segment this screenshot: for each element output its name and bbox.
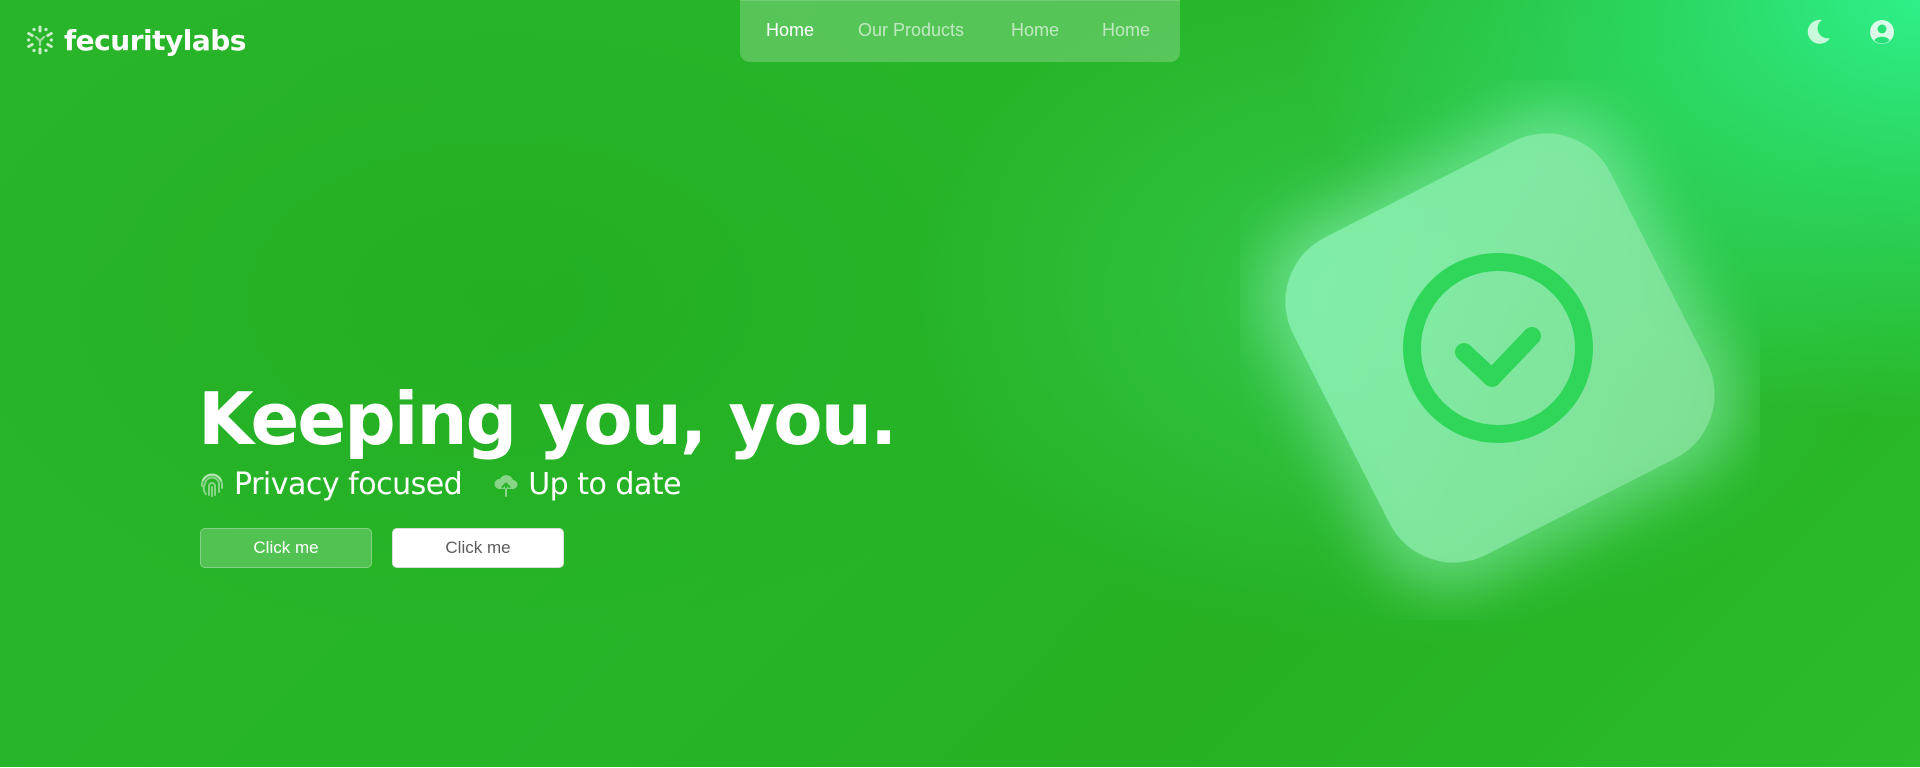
feature-privacy-label: Privacy focused [234, 466, 463, 502]
hero-section: fecuritylabs Home Our Products Home Home… [0, 0, 1920, 767]
feature-up-to-date: Up to date [492, 466, 682, 502]
cloud-upload-icon [494, 475, 518, 497]
brand-name: fecuritylabs [64, 23, 246, 57]
feature-privacy: Privacy focused [198, 466, 463, 502]
nav-item-home[interactable]: Home [766, 20, 814, 41]
nav-item-home-3[interactable]: Home [1102, 20, 1150, 41]
hero-headline: Keeping you, you. [198, 377, 897, 461]
nav-item-home-2[interactable]: Home [1011, 20, 1059, 41]
main-nav: Home Our Products Home Home [740, 0, 1180, 62]
feature-up-to-date-label: Up to date [528, 466, 682, 502]
secondary-button[interactable]: Click me [392, 528, 564, 568]
user-circle-icon[interactable] [1866, 16, 1898, 48]
feature-list: Privacy focused Up to date [198, 466, 711, 502]
brand-logo[interactable]: fecuritylabs [25, 22, 246, 58]
hexagon-dots-icon [27, 25, 53, 55]
nav-item-our-products[interactable]: Our Products [858, 20, 964, 41]
moon-icon[interactable] [1802, 16, 1834, 48]
fingerprint-icon [200, 473, 223, 497]
check-badge-icon [1258, 106, 1742, 590]
primary-button[interactable]: Click me [200, 528, 372, 568]
